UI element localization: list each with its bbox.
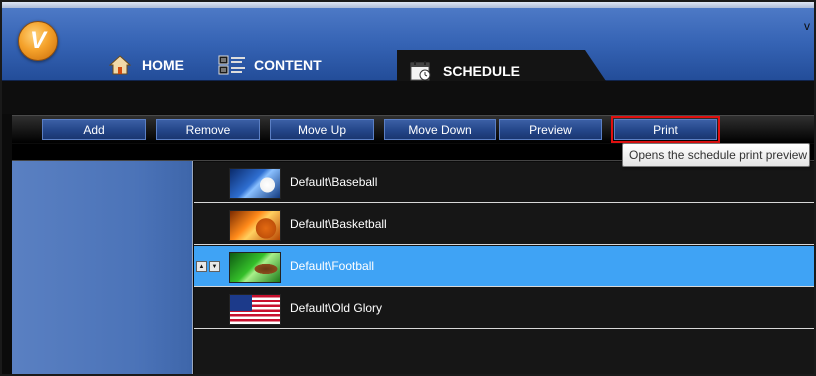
us-flag-thumbnail [229,294,281,325]
list-item-label: Default\Football [290,259,375,273]
row-move-up-icon[interactable]: ▲ [196,261,207,272]
tab-schedule-label: SCHEDULE [443,63,521,79]
header-subbar [2,81,814,114]
tab-home-label: HOME [142,57,184,73]
content-icon [218,54,246,76]
window-menu-chevron-icon[interactable]: v [804,20,812,32]
move-up-button[interactable]: Move Up [270,119,374,140]
schedule-icon [407,60,435,82]
row-reorder-controls: ▲ ▼ [196,261,220,272]
app-logo: V [18,21,58,61]
home-icon [106,54,134,76]
left-panel [12,161,193,374]
app-window: V v HOME CONTENT SCHEDULE Add Remove Mov… [0,0,816,376]
tab-content-label: CONTENT [254,57,322,73]
list-item[interactable]: Default\Basketball [194,204,814,245]
list-item[interactable]: Default\Baseball [194,162,814,203]
list-item-label: Default\Old Glory [290,301,383,315]
schedule-toolbar: Add Remove Move Up Move Down Preview Pri… [12,115,814,143]
list-item-label: Default\Basketball [290,217,387,231]
print-button[interactable]: Print [611,116,720,143]
app-header: V v HOME CONTENT SCHEDULE [2,8,814,90]
list-item[interactable]: Default\Old Glory [194,288,814,329]
football-thumbnail [229,252,281,283]
tab-home[interactable]: HOME [106,52,184,78]
print-tooltip: Opens the schedule print preview [622,143,810,167]
list-item-selected[interactable]: ▲ ▼ Default\Football [194,246,814,287]
preview-button[interactable]: Preview [499,119,602,140]
basketball-thumbnail [229,210,281,241]
list-item-label: Default\Baseball [290,175,378,189]
baseball-thumbnail [229,168,281,199]
add-button[interactable]: Add [42,119,146,140]
schedule-list: Default\Baseball Default\Basketball ▲ ▼ … [194,162,814,374]
remove-button[interactable]: Remove [156,119,260,140]
row-move-down-icon[interactable]: ▼ [209,261,220,272]
move-down-button[interactable]: Move Down [384,119,496,140]
logo-letter: V [29,27,46,54]
tab-content[interactable]: CONTENT [218,52,322,78]
